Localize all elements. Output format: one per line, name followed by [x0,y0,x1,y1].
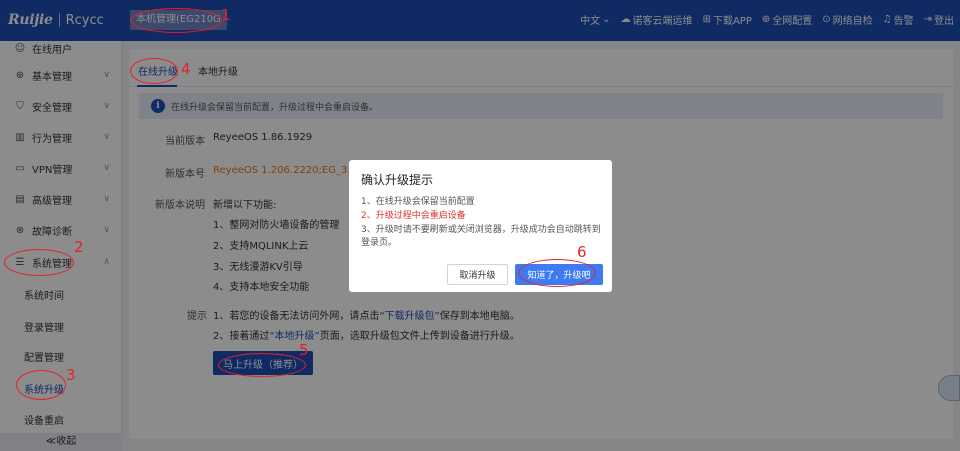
annotation-number: 6 [577,243,587,261]
annotation-number: 5 [299,341,309,359]
annotation-ring-3 [16,370,66,400]
annotation-number: 3 [66,366,76,384]
dialog-line-3: 3、升级时请不要刷新或关闭浏览器，升级成功会自动跳转到登录页。 [361,225,601,248]
annotation-number: 1 [221,6,231,24]
annotation-number: 4 [181,60,191,78]
dialog-line-2: 2、升级过程中会重启设备 [361,211,466,221]
annotation-ring-1 [130,8,222,33]
dialog-line-1: 1、在线升级会保留当前配置 [361,197,475,207]
annotation-ring-4 [130,58,178,84]
annotation-ring-2 [4,249,74,276]
dialog-title: 确认升级提示 [361,173,434,187]
annotation-ring-6 [518,259,596,287]
annotation-ring-5 [218,353,306,377]
annotation-number: 2 [74,238,84,256]
cancel-upgrade-button[interactable]: 取消升级 [447,264,508,285]
